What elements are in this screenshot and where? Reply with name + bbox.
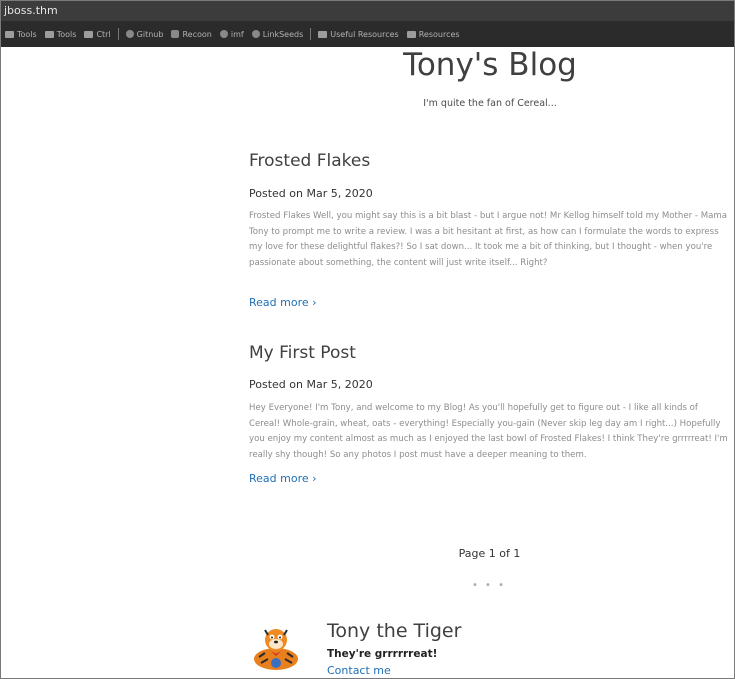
- bookmark-item[interactable]: Resources: [403, 30, 464, 39]
- page-content: Tony's Blog I'm quite the fan of Cereal.…: [1, 47, 734, 678]
- folder-icon: [406, 30, 416, 38]
- post-excerpt: Frosted Flakes Well, you might say this …: [249, 211, 728, 268]
- post-title[interactable]: Frosted Flakes: [249, 151, 370, 171]
- window-title: jboss.thm: [4, 4, 58, 17]
- bookmark-item[interactable]: imf: [216, 30, 248, 39]
- post-title[interactable]: My First Post: [249, 343, 356, 363]
- bookmark-separator: [310, 28, 312, 40]
- bookmarks-bar: Tools Tools Ctrl Gitnub Recoon imf LinkS…: [1, 21, 734, 47]
- globe-icon: [171, 30, 180, 38]
- bookmark-item[interactable]: Gitnub: [122, 30, 168, 39]
- folder-icon: [84, 30, 94, 38]
- bookmark-item[interactable]: Tools: [41, 30, 81, 39]
- post-date: Posted on Mar 5, 2020: [249, 378, 373, 391]
- folder-icon: [44, 30, 54, 38]
- globe-icon: [219, 30, 228, 38]
- globe-icon: [251, 30, 260, 38]
- author-name: Tony the Tiger: [327, 620, 462, 642]
- folder-icon: [5, 30, 14, 38]
- tiger-avatar: [254, 629, 298, 670]
- bookmark-item[interactable]: Tools: [1, 30, 41, 39]
- bookmark-item[interactable]: Ctrl: [80, 30, 114, 39]
- author-tagline: They're grrrrrreat!: [327, 648, 438, 660]
- bookmark-item[interactable]: LinkSeeds: [248, 30, 308, 39]
- post-date: Posted on Mar 5, 2020: [249, 187, 373, 200]
- contact-link[interactable]: Contact me: [327, 664, 391, 677]
- section-divider: • • •: [471, 580, 507, 591]
- pagination: Page 1 of 1: [458, 547, 521, 560]
- read-more-link[interactable]: Read more ›: [249, 472, 317, 485]
- bookmark-item[interactable]: Recoon: [167, 30, 215, 39]
- bookmark-item[interactable]: Useful Resources: [314, 30, 402, 39]
- blog-title: Tony's Blog: [403, 47, 577, 83]
- post-excerpt: Hey Everyone! I'm Tony, and welcome to m…: [249, 403, 728, 460]
- folder-icon: [318, 30, 328, 38]
- read-more-link[interactable]: Read more ›: [249, 296, 317, 309]
- blog-subtitle: I'm quite the fan of Cereal...: [423, 98, 557, 109]
- bookmark-separator: [117, 28, 119, 40]
- globe-icon: [125, 30, 134, 38]
- window-title-bar: jboss.thm: [1, 1, 734, 21]
